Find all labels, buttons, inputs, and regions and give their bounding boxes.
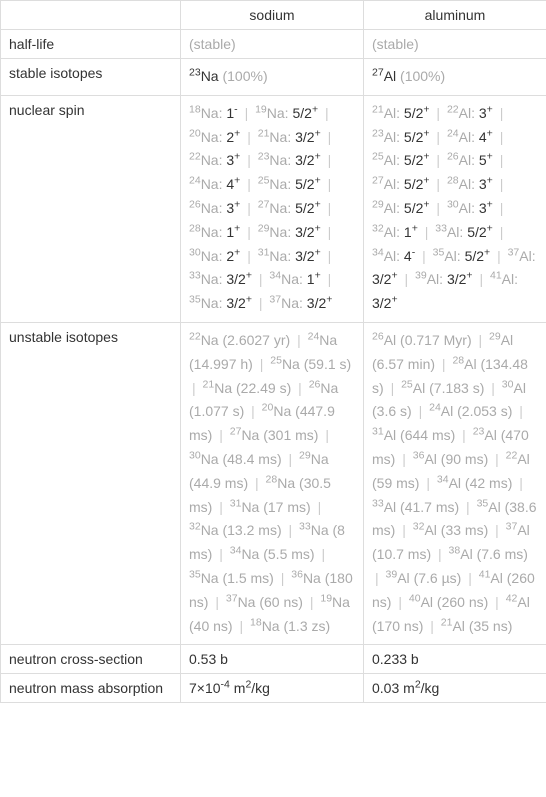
unstable-isotope-item: (59 ms): [372, 475, 419, 491]
nuclear-spin-item: 34Al:: [372, 248, 404, 264]
nuclear-spin-item: 31Na:: [258, 248, 295, 264]
row-label-neutron-mass-absorption: neutron mass absorption: [1, 674, 181, 703]
unstable-isotope-item: (41.7 ms): [400, 499, 459, 515]
nuclear-spin-item: 28Al:: [447, 176, 479, 192]
stable-isotopes-aluminum: 27Al (100%): [364, 59, 546, 96]
nuclear-spin-item: 24Na:: [189, 176, 226, 192]
unstable-isotope-item: (60 ns): [259, 594, 303, 610]
nuclear-spin-item: 29Na:: [258, 224, 295, 240]
nuclear-spin-item: 29Al:: [372, 200, 404, 216]
nuclear-spin-item: 27Na:: [258, 200, 295, 216]
nuclear-spin-item: 37Al:: [508, 248, 536, 264]
nuclear-spin-item: 26Al:: [447, 152, 479, 168]
unstable-isotope-item: (1.077 s): [189, 403, 244, 419]
unstable-isotope-item: (17 ms): [263, 499, 310, 515]
row-label-stable-isotopes: stable isotopes: [1, 59, 181, 96]
neutron-cross-section-aluminum: 0.233 b: [364, 645, 546, 674]
nuclear-spin-item: 22Al:: [447, 105, 479, 121]
nuclear-spin-item: 23Na:: [258, 152, 295, 168]
unstable-isotope-item: (42 ms): [465, 475, 512, 491]
nuclear-spin-item: 35Na:: [189, 295, 226, 311]
nuclear-spin-item: 27Al:: [372, 176, 404, 192]
nuclear-spin-item: 20Na:: [189, 129, 226, 145]
nuclear-spin-item: 33Al:: [435, 224, 467, 240]
unstable-isotope-item: (22.49 s): [236, 380, 291, 396]
nuclear-spin-item: 24Al:: [447, 129, 479, 145]
unstable-isotope-item: (48.4 ms): [222, 451, 281, 467]
nuclear-spin-item: 34Na:: [269, 271, 306, 287]
nuclear-spin-item: 25Na:: [258, 176, 295, 192]
nuclear-spin-item: 30Na:: [189, 248, 226, 264]
row-label-half-life: half-life: [1, 30, 181, 59]
unstable-isotope-item: (10.7 ms): [372, 546, 431, 562]
unstable-isotopes-sodium: 22Na (2.6027 yr) | 24Na (14.997 h) | 25N…: [181, 322, 364, 644]
unstable-isotope-item: (13.2 ms): [222, 522, 281, 538]
unstable-isotope-item: (6.57 min): [372, 356, 435, 372]
nuclear-spin-item: 33Na:: [189, 271, 226, 287]
nuclear-spin-item: 23Al:: [372, 129, 404, 145]
nuclear-spin-item: 18Na:: [189, 105, 226, 121]
nuclear-spin-item: 26Na:: [189, 200, 226, 216]
unstable-isotope-item: (2.6027 yr): [222, 332, 290, 348]
unstable-isotope-item: (170 ns): [372, 618, 423, 634]
nuclear-spin-item: 19Na:: [255, 105, 292, 121]
header-empty: [1, 1, 181, 30]
nuclear-spin-item: 41Al:: [490, 271, 518, 287]
half-life-sodium: (stable): [181, 30, 364, 59]
nuclear-spin-item: 30Al:: [447, 200, 479, 216]
header-aluminum: aluminum: [364, 1, 546, 30]
unstable-isotope-item: (301 ms): [263, 427, 318, 443]
nuclear-spin-aluminum: 21Al: 5/2+ | 22Al: 3+ | 23Al: 5/2+ | 24A…: [364, 95, 546, 322]
unstable-isotope-item: (260 ns): [437, 594, 488, 610]
unstable-isotope-item: (0.717 Myr): [400, 332, 472, 348]
unstable-isotope-item: (2.053 s): [457, 403, 512, 419]
nuclear-spin-item: 25Al:: [372, 152, 404, 168]
unstable-isotope-item: (33 ms): [441, 522, 488, 538]
unstable-isotope-item: (1.5 ms): [222, 570, 273, 586]
row-label-nuclear-spin: nuclear spin: [1, 95, 181, 322]
unstable-isotope-item: (7.6 ms): [477, 546, 528, 562]
nuclear-spin-sodium: 18Na: 1- | 19Na: 5/2+ | 20Na: 2+ | 21Na:…: [181, 95, 364, 322]
nuclear-spin-item: 22Na:: [189, 152, 226, 168]
unstable-isotope-item: (5.5 ms): [263, 546, 314, 562]
stable-isotopes-sodium: 23Na (100%): [181, 59, 364, 96]
unstable-isotope-item: (90 ms): [441, 451, 488, 467]
nuclear-spin-item: 21Na:: [258, 129, 295, 145]
header-sodium: sodium: [181, 1, 364, 30]
nuclear-spin-item: 32Al:: [372, 224, 404, 240]
unstable-isotope-item: (3.6 s): [372, 403, 412, 419]
unstable-isotope-item: (644 ms): [400, 427, 455, 443]
neutron-mass-absorption-aluminum: 0.03 m2/kg: [364, 674, 546, 703]
nuclear-spin-item: 28Na:: [189, 224, 226, 240]
row-label-neutron-cross-section: neutron cross-section: [1, 645, 181, 674]
nuclear-spin-item: 21Al:: [372, 105, 404, 121]
row-label-unstable-isotopes: unstable isotopes: [1, 322, 181, 644]
nuclear-spin-item: 35Al:: [433, 248, 465, 264]
unstable-isotope-item: (7.183 s): [429, 380, 484, 396]
unstable-isotopes-aluminum: 26Al (0.717 Myr) | 29Al (6.57 min) | 28A…: [364, 322, 546, 644]
nuclear-spin-item: 37Na:: [269, 295, 306, 311]
unstable-isotope-item: (35 ns): [469, 618, 513, 634]
neutron-cross-section-sodium: 0.53 b: [181, 645, 364, 674]
unstable-isotope-item: (59.1 s): [304, 356, 351, 372]
unstable-isotope-item: (7.6 µs): [414, 570, 462, 586]
half-life-aluminum: (stable): [364, 30, 546, 59]
neutron-mass-absorption-sodium: 7×10-4 m2/kg: [181, 674, 364, 703]
unstable-isotope-item: (40 ns): [189, 618, 233, 634]
unstable-isotope-item: (44.9 ms): [189, 475, 248, 491]
nuclear-spin-item: 39Al:: [415, 271, 447, 287]
unstable-isotope-item: (14.997 h): [189, 356, 253, 372]
unstable-isotope-item: (1.3 zs): [283, 618, 330, 634]
properties-table: sodium aluminum half-life (stable) (stab…: [0, 0, 546, 703]
